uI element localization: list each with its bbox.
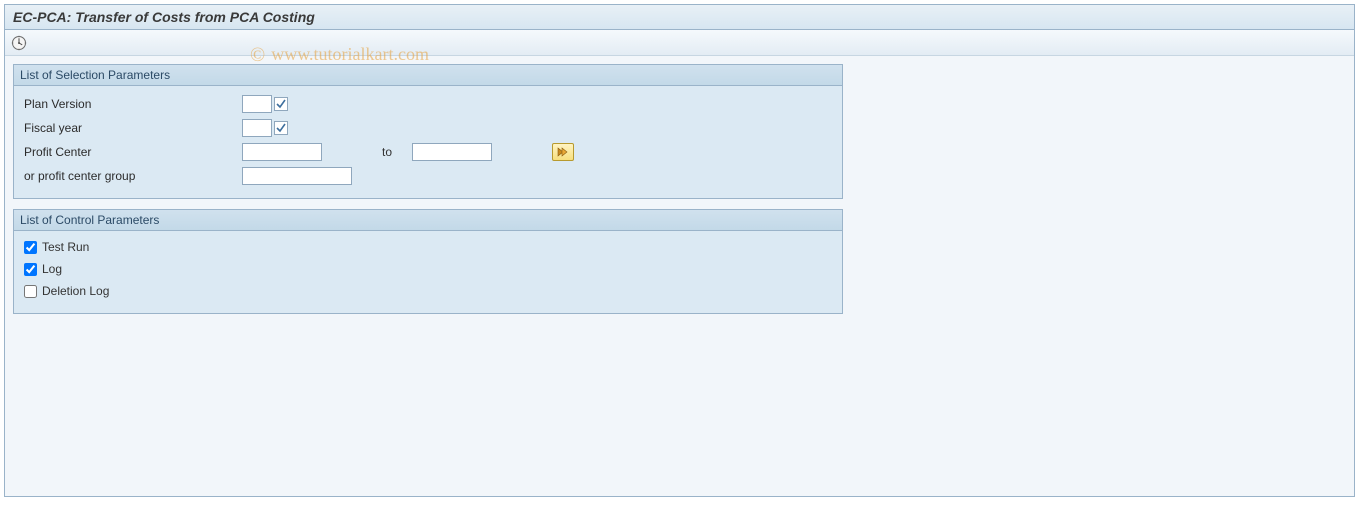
execute-icon[interactable]: [11, 35, 27, 51]
profit-center-from-input[interactable]: [242, 143, 322, 161]
profit-center-group-label: or profit center group: [22, 169, 242, 183]
fiscal-year-input[interactable]: [242, 119, 272, 137]
toolbar: [5, 30, 1354, 56]
test-run-label: Test Run: [42, 240, 89, 254]
deletion-log-checkbox[interactable]: [24, 285, 37, 298]
test-run-row: Test Run: [22, 237, 834, 257]
plan-version-input[interactable]: [242, 95, 272, 113]
required-marker-icon: [274, 121, 288, 135]
plan-version-row: Plan Version: [22, 92, 834, 115]
deletion-log-label: Deletion Log: [42, 284, 109, 298]
to-label: to: [382, 145, 392, 159]
window: EC-PCA: Transfer of Costs from PCA Costi…: [4, 4, 1355, 497]
fiscal-year-row: Fiscal year: [22, 116, 834, 139]
profit-center-group-row: or profit center group: [22, 164, 834, 187]
profit-center-group-input[interactable]: [242, 167, 352, 185]
deletion-log-row: Deletion Log: [22, 281, 834, 301]
log-label: Log: [42, 262, 62, 276]
page-title: EC-PCA: Transfer of Costs from PCA Costi…: [5, 5, 1354, 30]
selection-parameters-group: List of Selection Parameters Plan Versio…: [13, 64, 843, 199]
control-parameters-group: List of Control Parameters Test Run Log …: [13, 209, 843, 314]
test-run-checkbox[interactable]: [24, 241, 37, 254]
log-checkbox[interactable]: [24, 263, 37, 276]
profit-center-row: Profit Center to: [22, 140, 834, 163]
profit-center-to-input[interactable]: [412, 143, 492, 161]
multiple-selection-button[interactable]: [552, 143, 574, 161]
control-group-title: List of Control Parameters: [14, 210, 842, 231]
selection-group-title: List of Selection Parameters: [14, 65, 842, 86]
profit-center-label: Profit Center: [22, 145, 242, 159]
content-area: List of Selection Parameters Plan Versio…: [5, 56, 1354, 496]
fiscal-year-label: Fiscal year: [22, 121, 242, 135]
log-row: Log: [22, 259, 834, 279]
plan-version-label: Plan Version: [22, 97, 242, 111]
required-marker-icon: [274, 97, 288, 111]
